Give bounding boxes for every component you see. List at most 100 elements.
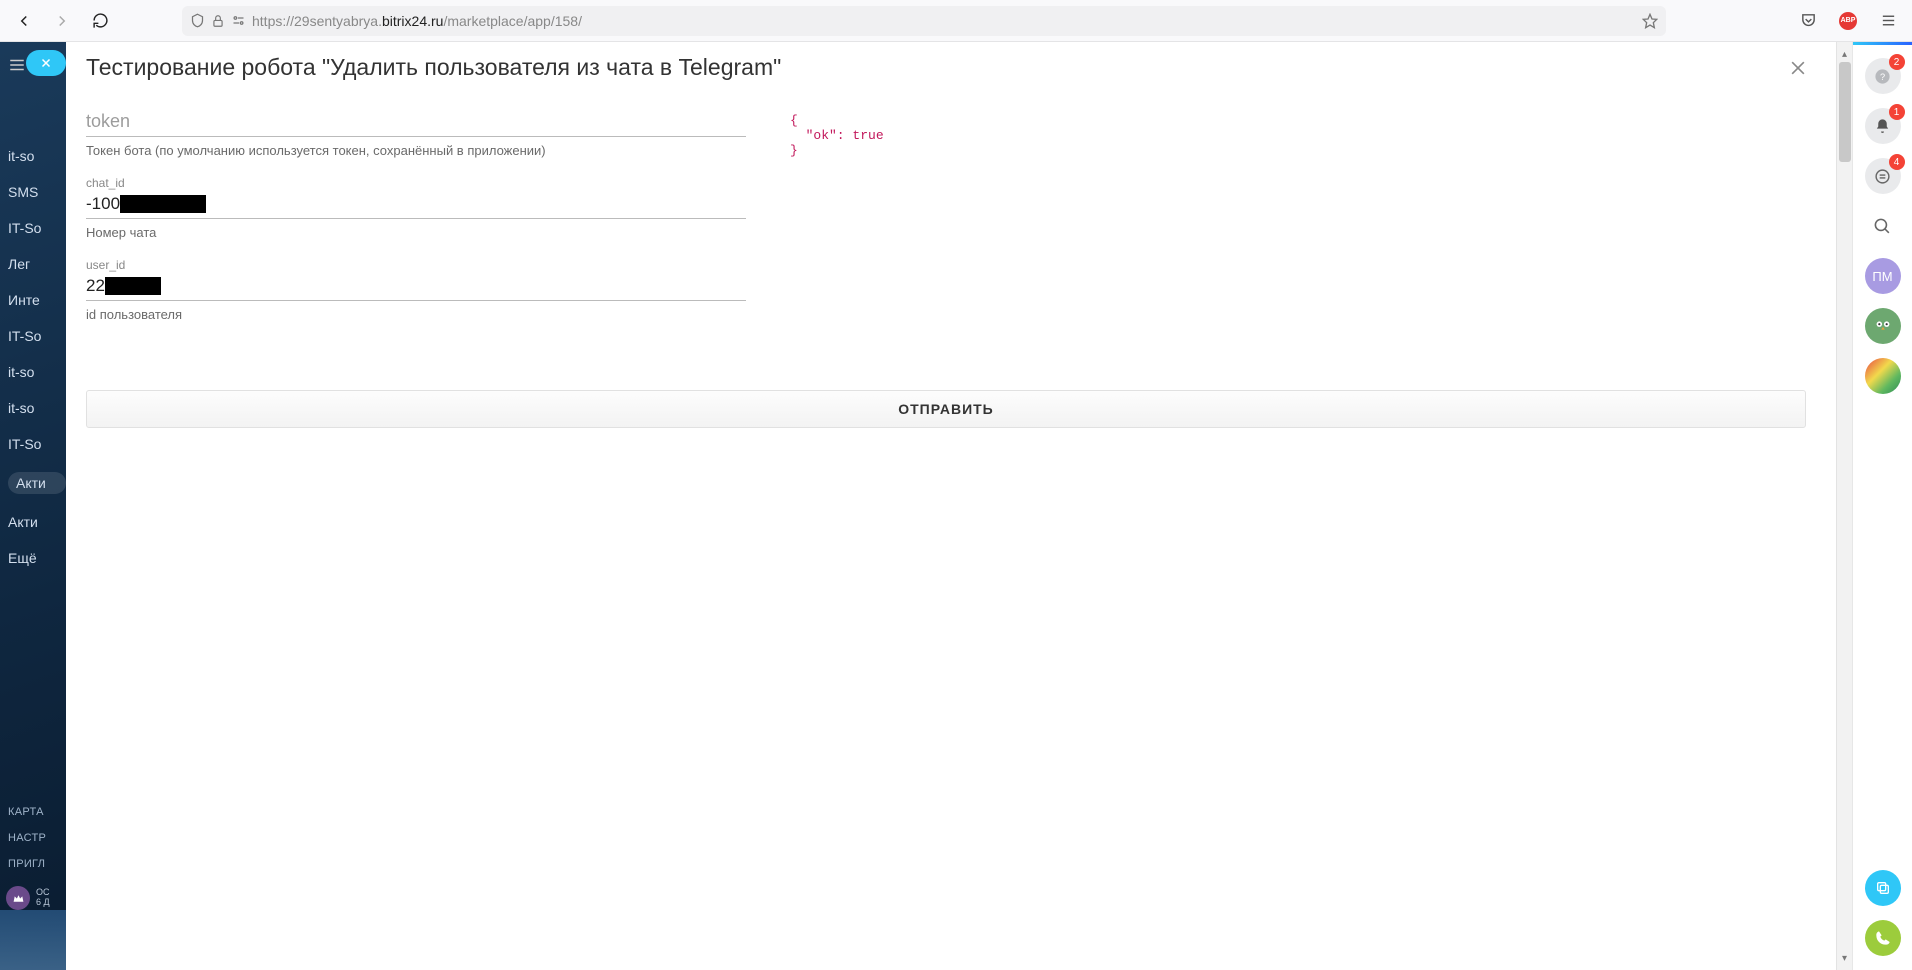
field-token: token Токен бота (по умолчанию используе…: [86, 109, 746, 158]
scroll-down-icon[interactable]: ▾: [1842, 950, 1847, 966]
forward-button[interactable]: [46, 5, 78, 37]
rail-copy-button[interactable]: [1865, 870, 1901, 906]
chat-id-redacted: [120, 195, 206, 213]
url-domain: bitrix24.ru: [382, 13, 443, 29]
chat-lines-icon: [1874, 168, 1891, 185]
sidebar-item-more[interactable]: Ещё: [8, 550, 66, 566]
modal-title: Тестирование робота "Удалить пользовател…: [86, 54, 781, 81]
crown-icon: [6, 886, 30, 910]
phone-icon: [1875, 930, 1891, 946]
form-left: token Токен бота (по умолчанию используе…: [86, 109, 746, 340]
sidebar-item[interactable]: Инте: [8, 292, 66, 308]
token-input[interactable]: token: [86, 109, 746, 137]
chat-id-help: Номер чата: [86, 225, 746, 240]
owl-icon: [1872, 315, 1894, 337]
app-menu-button[interactable]: [1872, 5, 1904, 37]
bell-badge: 1: [1889, 104, 1905, 120]
app-body: it-so SMS IT-So Лег Инте IT-So it-so it-…: [0, 42, 1912, 970]
search-icon: [1873, 217, 1892, 236]
field-chat-id: chat_id -100 Номер чата: [86, 176, 746, 240]
left-sidebar: it-so SMS IT-So Лег Инте IT-So it-so it-…: [0, 42, 66, 970]
close-icon: [1788, 58, 1808, 78]
rail-chat-button[interactable]: 4: [1865, 158, 1901, 194]
sidebar-lower-item[interactable]: НАСТР: [8, 832, 46, 844]
token-placeholder: token: [86, 111, 130, 132]
sidebar-item[interactable]: it-so: [8, 148, 66, 164]
hamburger-icon: [1880, 12, 1897, 29]
arrow-left-icon: [15, 12, 33, 30]
sidebar-item[interactable]: IT-So: [8, 220, 66, 236]
user-id-redacted: [105, 277, 161, 295]
modal-header: Тестирование робота "Удалить пользовател…: [86, 54, 1836, 81]
permissions-icon: [231, 13, 246, 28]
response-json: { "ok": true }: [786, 109, 1836, 340]
browser-right-tools: ABP: [1792, 5, 1904, 37]
sidebar-item-active[interactable]: Акти: [8, 472, 66, 494]
shield-icon: [190, 13, 205, 28]
url-text: https://29sentyabrya.bitrix24.ru/marketp…: [252, 13, 1636, 29]
form-row: token Токен бота (по умолчанию используе…: [86, 81, 1836, 340]
abp-icon: ABP: [1839, 12, 1857, 30]
sidebar-item[interactable]: IT-So: [8, 328, 66, 344]
chat-badge: 4: [1889, 154, 1905, 170]
avatar-initials: ПМ: [1872, 269, 1892, 284]
rail-user-avatar[interactable]: ПМ: [1865, 258, 1901, 294]
bell-icon: [1874, 118, 1891, 135]
sidebar-items: it-so SMS IT-So Лег Инте IT-So it-so it-…: [0, 148, 66, 566]
help-badge: 2: [1889, 54, 1905, 70]
address-bar[interactable]: https://29sentyabrya.bitrix24.ru/marketp…: [182, 6, 1666, 36]
copy-icon: [1875, 880, 1891, 896]
sidebar-lower-item[interactable]: ПРИГЛ: [8, 858, 46, 870]
lock-icon: [211, 14, 225, 28]
right-rail: ? 2 1 4 ПМ: [1852, 42, 1912, 970]
abp-button[interactable]: ABP: [1832, 5, 1864, 37]
sidebar-plan-row[interactable]: ОС 6 Д: [6, 886, 50, 910]
sidebar-item[interactable]: IT-So: [8, 436, 66, 452]
pocket-icon: [1800, 12, 1817, 29]
content-wrap: Тестирование робота "Удалить пользовател…: [66, 42, 1836, 970]
chat-id-input[interactable]: -100: [86, 192, 746, 219]
sidebar-menu-toggle[interactable]: [8, 56, 26, 74]
sidebar-item[interactable]: Акти: [8, 514, 66, 530]
sidebar-item[interactable]: SMS: [8, 184, 66, 200]
rail-contact-flowers[interactable]: [1865, 358, 1901, 394]
url-path: /marketplace/app/158/: [443, 13, 582, 29]
back-button[interactable]: [8, 5, 40, 37]
browser-toolbar: https://29sentyabrya.bitrix24.ru/marketp…: [0, 0, 1912, 42]
close-icon: [40, 57, 52, 69]
sidebar-lower: КАРТА НАСТР ПРИГЛ: [8, 806, 46, 870]
scroll-up-icon[interactable]: ▴: [1842, 46, 1847, 62]
user-id-help: id пользователя: [86, 307, 746, 322]
hamburger-icon: [8, 56, 26, 74]
modal-close-button[interactable]: [1788, 58, 1808, 78]
user-id-input[interactable]: 22: [86, 274, 746, 301]
submit-button[interactable]: ОТПРАВИТЬ: [86, 390, 1806, 428]
arrow-right-icon: [53, 12, 71, 30]
reload-icon: [92, 12, 109, 29]
scroll-track[interactable]: [1837, 62, 1852, 950]
sidebar-lower-item[interactable]: КАРТА: [8, 806, 46, 818]
scroll-thumb[interactable]: [1839, 62, 1851, 162]
sidebar-item[interactable]: it-so: [8, 364, 66, 380]
rail-contact-owl[interactable]: [1865, 308, 1901, 344]
rail-notifications-button[interactable]: 1: [1865, 108, 1901, 144]
sidebar-sky-decor: [0, 910, 66, 970]
help-icon: ?: [1874, 68, 1891, 85]
pocket-button[interactable]: [1792, 5, 1824, 37]
content-scrollbar[interactable]: ▴ ▾: [1836, 42, 1852, 970]
user-id-label: user_id: [86, 258, 746, 272]
svg-text:?: ?: [1880, 72, 1885, 82]
main-area: Тестирование робота "Удалить пользовател…: [66, 42, 1852, 970]
rail-help-button[interactable]: ? 2: [1865, 58, 1901, 94]
sidebar-item[interactable]: it-so: [8, 400, 66, 416]
rail-bottom: [1865, 870, 1901, 956]
rail-call-button[interactable]: [1865, 920, 1901, 956]
token-help: Токен бота (по умолчанию используется то…: [86, 143, 746, 158]
bookmark-star-icon[interactable]: [1642, 13, 1658, 29]
sidebar-item[interactable]: Лег: [8, 256, 66, 272]
chat-id-label: chat_id: [86, 176, 746, 190]
user-id-value-visible: 22: [86, 276, 105, 296]
rail-search-button[interactable]: [1865, 208, 1901, 244]
close-sidebar-pill[interactable]: [26, 50, 66, 76]
reload-button[interactable]: [84, 5, 116, 37]
